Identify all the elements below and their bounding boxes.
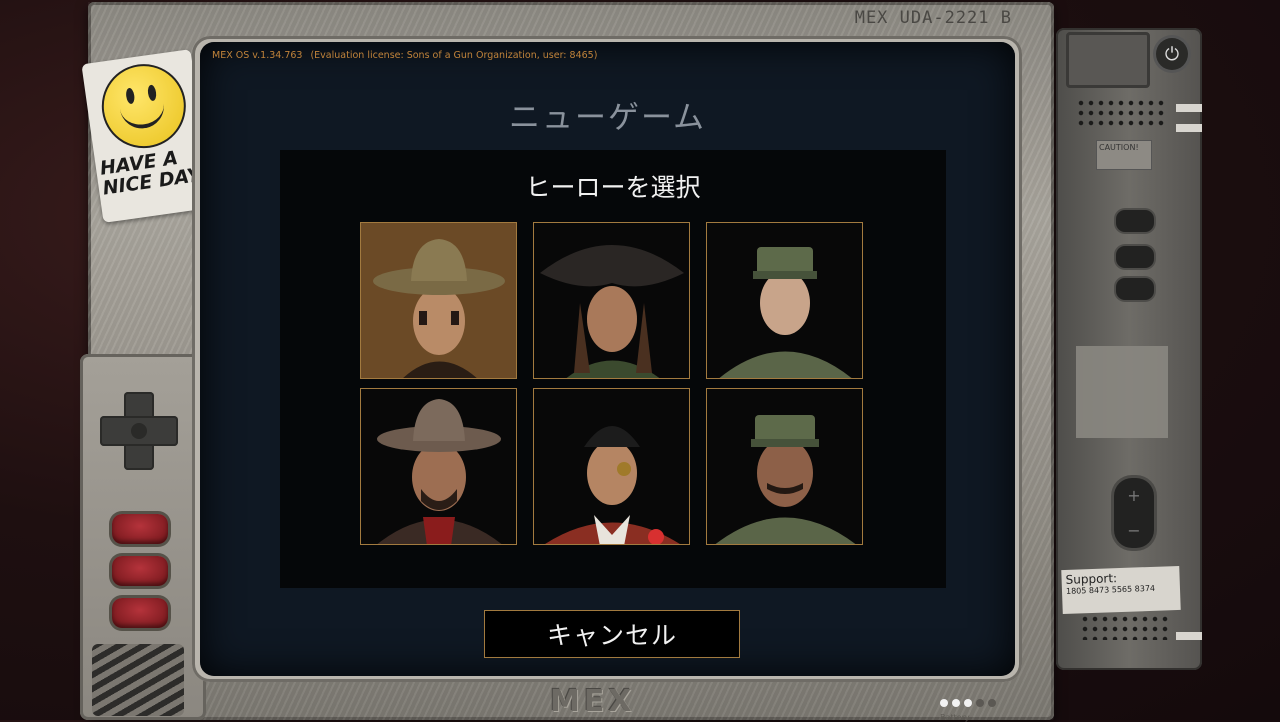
page-title: ニューゲーム (508, 100, 707, 136)
red-button-1[interactable] (112, 514, 168, 544)
os-status-line: MEX OS v.1.34.763 (Evaluation license: So… (212, 50, 597, 61)
battery-dot (964, 699, 972, 707)
speaker-grille (92, 644, 184, 716)
battery-dot (988, 699, 996, 707)
stripe-decor (1176, 124, 1202, 132)
hero-portrait-cowgirl[interactable] (360, 222, 517, 379)
battery-indicator: Battery (940, 692, 1004, 722)
power-icon: ⏻ (1164, 43, 1180, 65)
volume-rocker[interactable]: + − (1114, 478, 1154, 548)
smiley-face-icon (96, 58, 192, 154)
cancel-button[interactable]: キャンセル (484, 610, 740, 658)
worn-label (1076, 346, 1168, 438)
hero-portrait-pirate-man[interactable] (533, 388, 690, 545)
side-button-1[interactable] (1116, 210, 1154, 232)
plus-icon: + (1127, 486, 1141, 505)
top-window (1066, 32, 1150, 88)
hero-portrait-soldier-man[interactable] (706, 388, 863, 545)
minus-icon: − (1127, 521, 1141, 540)
sticker-text: HAVE A NICE DAY (98, 147, 203, 200)
battery-dot (952, 699, 960, 707)
battery-dots (940, 692, 1000, 711)
support-sticker: Support: 1805 8473 5565 8374 (1061, 565, 1181, 615)
dpad-icon[interactable] (96, 388, 182, 474)
left-control-pad (80, 354, 206, 720)
hero-portrait-cowboy[interactable] (360, 388, 517, 545)
speaker-grille-bottom (1080, 614, 1168, 640)
side-button-2[interactable] (1116, 246, 1154, 268)
hero-portrait-pirate-woman[interactable] (533, 222, 690, 379)
stripe-decor (1176, 632, 1202, 640)
battery-dot (940, 699, 948, 707)
side-button-3[interactable] (1116, 278, 1154, 300)
red-button-2[interactable] (112, 556, 168, 586)
stripe-decor (1176, 104, 1202, 112)
os-version: MEX OS v.1.34.763 (212, 50, 303, 61)
panel-title: ヒーローを選択 (525, 173, 701, 202)
speaker-grille-top (1076, 98, 1164, 128)
os-license: (Evaluation license: Sons of a Gun Organ… (310, 50, 598, 61)
caution-label: CAUTION! (1096, 140, 1152, 170)
power-button[interactable]: ⏻ (1156, 38, 1188, 70)
screen: MEX OS v.1.34.763 (Evaluation license: So… (200, 42, 1015, 676)
red-button-3[interactable] (112, 598, 168, 628)
battery-dot (976, 699, 984, 707)
hero-select-panel: ヒーローを選択 (280, 150, 946, 588)
mex-logo: MEX (550, 684, 636, 719)
hero-portrait-soldier-woman[interactable] (706, 222, 863, 379)
device-model-label: MEX UDA-2221 B (854, 8, 1012, 28)
battery-label: Battery (940, 713, 970, 722)
